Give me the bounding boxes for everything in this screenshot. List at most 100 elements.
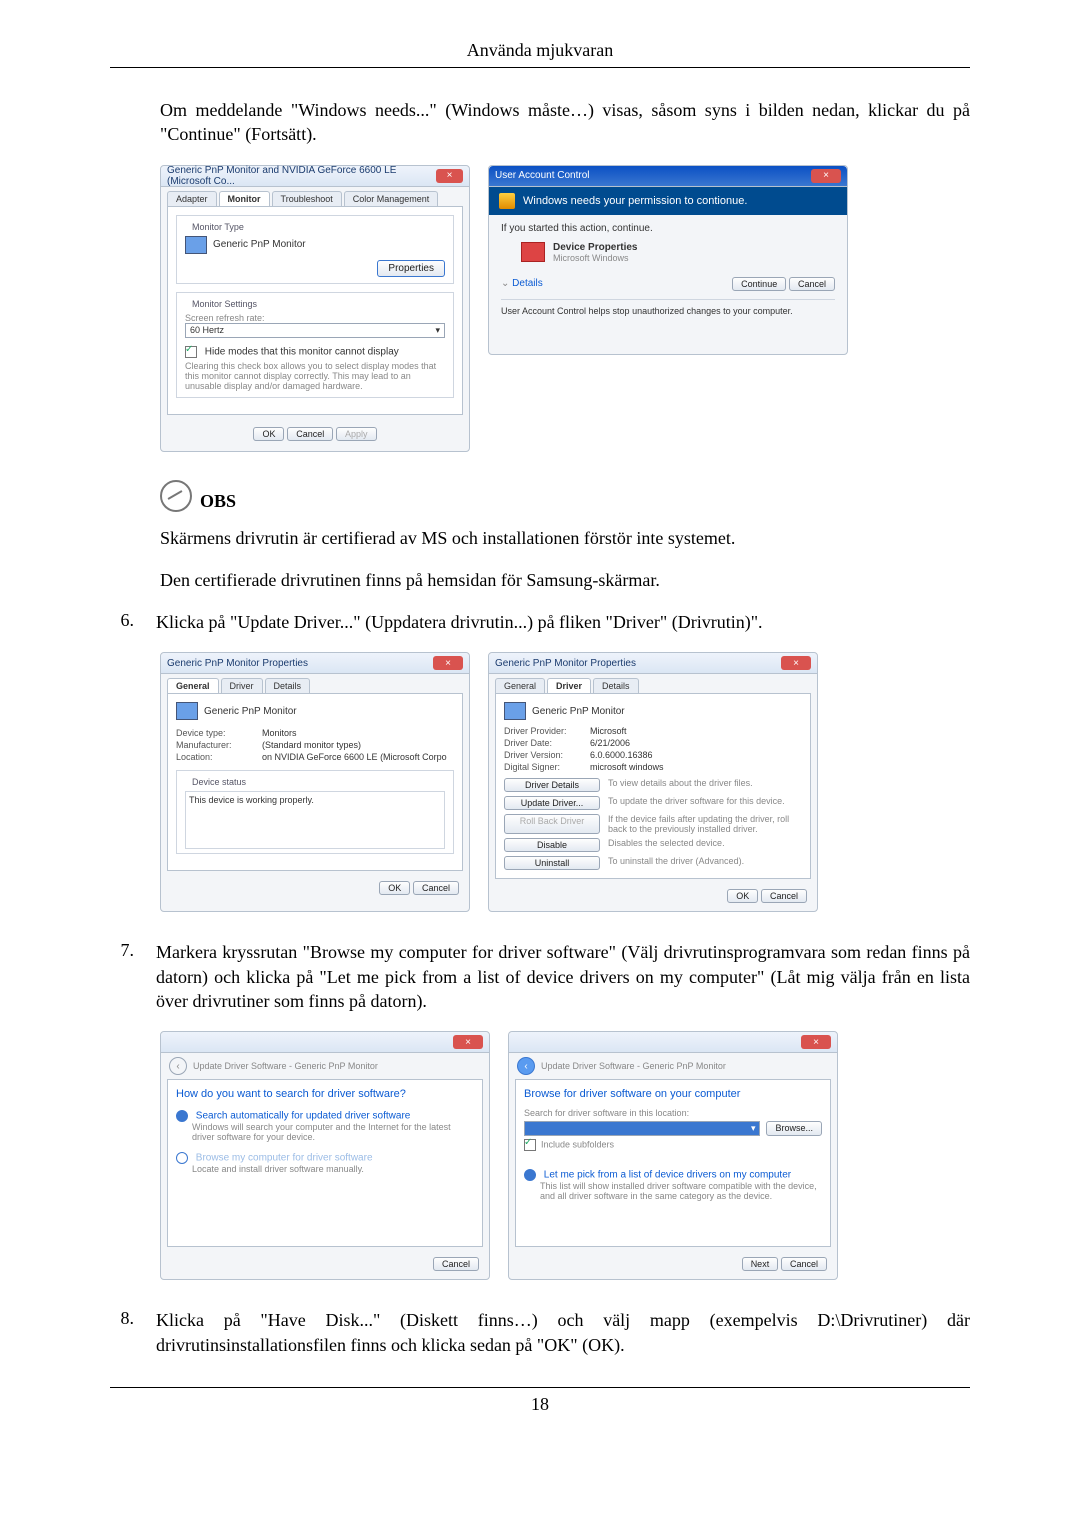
titlebar: User Account Control × xyxy=(489,166,847,187)
disable-desc: Disables the selected device. xyxy=(608,838,802,852)
close-icon[interactable]: × xyxy=(811,169,841,183)
step-number: 6. xyxy=(110,610,134,634)
hide-modes-checkbox[interactable] xyxy=(185,346,197,358)
device-name: Generic PnP Monitor xyxy=(532,706,625,717)
cancel-button[interactable]: Cancel xyxy=(413,881,459,895)
device-status-text: This device is working properly. xyxy=(185,791,445,849)
tab-details[interactable]: Details xyxy=(593,678,639,693)
tab-details[interactable]: Details xyxy=(265,678,311,693)
cancel-button[interactable]: Cancel xyxy=(761,889,807,903)
step-text: Klicka på "Have Disk..." (Diskett finns…… xyxy=(156,1308,970,1357)
figure-row-3: × ‹ Update Driver Software - Generic PnP… xyxy=(160,1031,970,1280)
details-link[interactable]: Details xyxy=(512,278,543,289)
cancel-button[interactable]: Cancel xyxy=(287,427,333,441)
window-title: Generic PnP Monitor and NVIDIA GeForce 6… xyxy=(167,165,436,187)
monitor-icon xyxy=(504,702,526,720)
cancel-button[interactable]: Cancel xyxy=(433,1257,479,1271)
hide-modes-label: Hide modes that this monitor cannot disp… xyxy=(205,346,399,357)
tab-color-management[interactable]: Color Management xyxy=(344,191,439,206)
program-icon xyxy=(521,242,545,262)
devtype-label: Device type: xyxy=(176,728,256,738)
titlebar: Generic PnP Monitor Properties × xyxy=(489,653,817,674)
signer-value: microsoft windows xyxy=(590,762,664,772)
step-6: 6. Klicka på "Update Driver..." (Uppdate… xyxy=(110,610,970,634)
close-icon[interactable]: × xyxy=(436,169,463,183)
titlebar: Generic PnP Monitor Properties × xyxy=(161,653,469,674)
search-auto-title[interactable]: Search automatically for updated driver … xyxy=(196,1111,411,1122)
pick-from-list-radio[interactable] xyxy=(524,1169,536,1181)
breadcrumb: Update Driver Software - Generic PnP Mon… xyxy=(193,1061,378,1071)
manufacturer-label: Manufacturer: xyxy=(176,740,256,750)
properties-button[interactable]: Properties xyxy=(377,260,445,277)
titlebar: × xyxy=(509,1032,837,1053)
tab-driver[interactable]: Driver xyxy=(547,678,591,693)
close-icon[interactable]: × xyxy=(453,1035,483,1049)
monitor-properties-dialog: Generic PnP Monitor and NVIDIA GeForce 6… xyxy=(160,165,470,452)
wizard-heading: Browse for driver software on your compu… xyxy=(524,1088,822,1100)
search-auto-radio[interactable] xyxy=(176,1110,188,1122)
location-label: Location: xyxy=(176,752,256,762)
uac-started-text: If you started this action, continue. xyxy=(501,223,835,234)
refresh-rate-select[interactable]: 60 Hertz ▾ xyxy=(185,323,445,338)
update-driver-button[interactable]: Update Driver... xyxy=(504,796,600,810)
window-title: User Account Control xyxy=(495,170,590,181)
driver-details-desc: To view details about the driver files. xyxy=(608,778,802,792)
browse-title[interactable]: Browse my computer for driver software xyxy=(196,1153,373,1164)
uninstall-desc: To uninstall the driver (Advanced). xyxy=(608,856,802,870)
cancel-button[interactable]: Cancel xyxy=(781,1257,827,1271)
uac-dialog: User Account Control × Windows needs you… xyxy=(488,165,848,355)
shield-icon xyxy=(499,193,515,209)
monitor-settings-legend: Monitor Settings xyxy=(189,299,260,309)
cancel-button[interactable]: Cancel xyxy=(789,277,835,291)
disable-button[interactable]: Disable xyxy=(504,838,600,852)
update-wizard-browse: × ‹ Update Driver Software - Generic PnP… xyxy=(508,1031,838,1280)
close-icon[interactable]: × xyxy=(801,1035,831,1049)
rollback-button: Roll Back Driver xyxy=(504,814,600,834)
ok-button[interactable]: OK xyxy=(727,889,758,903)
driver-details-button[interactable]: Driver Details xyxy=(504,778,600,792)
obs-label: OBS xyxy=(200,491,236,512)
tab-troubleshoot[interactable]: Troubleshoot xyxy=(272,191,342,206)
uac-banner: Windows needs your permission to contion… xyxy=(489,187,847,215)
chevron-down-icon: ▾ xyxy=(751,1123,756,1134)
uninstall-button[interactable]: Uninstall xyxy=(504,856,600,870)
chevron-down-icon: ▾ xyxy=(435,325,440,336)
step-7: 7. Markera kryssrutan "Browse my compute… xyxy=(110,940,970,1013)
tab-strip: Adapter Monitor Troubleshoot Color Manag… xyxy=(161,187,469,206)
rollback-desc: If the device fails after updating the d… xyxy=(608,814,802,834)
include-subfolders-checkbox[interactable] xyxy=(524,1139,536,1151)
close-icon[interactable]: × xyxy=(781,656,811,670)
step-number: 8. xyxy=(110,1308,134,1357)
tab-adapter[interactable]: Adapter xyxy=(167,191,217,206)
pick-from-list-title[interactable]: Let me pick from a list of device driver… xyxy=(544,1170,791,1181)
monitor-icon xyxy=(185,236,207,254)
tab-driver[interactable]: Driver xyxy=(221,678,263,693)
next-button[interactable]: Next xyxy=(742,1257,779,1271)
back-icon[interactable]: ‹ xyxy=(517,1057,535,1075)
back-icon[interactable]: ‹ xyxy=(169,1057,187,1075)
ok-button[interactable]: OK xyxy=(379,881,410,895)
continue-button[interactable]: Continue xyxy=(732,277,786,291)
manufacturer-value: (Standard monitor types) xyxy=(262,740,361,750)
version-value: 6.0.6000.16386 xyxy=(590,750,653,760)
close-icon[interactable]: × xyxy=(433,656,463,670)
window-title: Generic PnP Monitor Properties xyxy=(495,658,636,669)
provider-label: Driver Provider: xyxy=(504,726,584,736)
tab-general[interactable]: General xyxy=(495,678,545,693)
driver-props-general: Generic PnP Monitor Properties × General… xyxy=(160,652,470,912)
version-label: Driver Version: xyxy=(504,750,584,760)
tab-monitor[interactable]: Monitor xyxy=(219,191,270,206)
date-value: 6/21/2006 xyxy=(590,738,630,748)
device-status-legend: Device status xyxy=(189,777,249,787)
program-publisher: Microsoft Windows xyxy=(553,253,638,263)
update-driver-desc: To update the driver software for this d… xyxy=(608,796,802,810)
pick-from-list-desc: This list will show installed driver sof… xyxy=(540,1181,822,1201)
step-8: 8. Klicka på "Have Disk..." (Diskett fin… xyxy=(110,1308,970,1357)
browse-radio[interactable] xyxy=(176,1152,188,1164)
figure-row-1: Generic PnP Monitor and NVIDIA GeForce 6… xyxy=(160,165,970,452)
browse-button[interactable]: Browse... xyxy=(766,1121,822,1136)
ok-button[interactable]: OK xyxy=(253,427,284,441)
device-name: Generic PnP Monitor xyxy=(204,706,297,717)
tab-general[interactable]: General xyxy=(167,678,219,693)
path-combobox[interactable]: ▾ xyxy=(524,1121,760,1136)
